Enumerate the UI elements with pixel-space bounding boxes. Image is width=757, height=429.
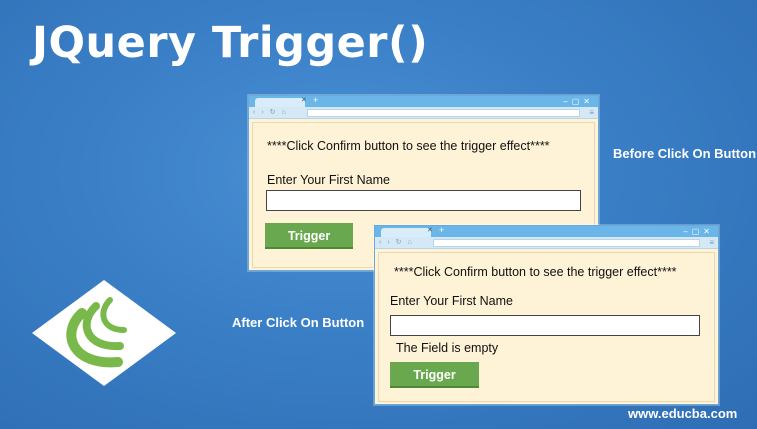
page-title: JQuery Trigger() bbox=[32, 18, 429, 68]
caption-after: After Click On Button bbox=[232, 315, 365, 330]
menu-icon[interactable]: ≡ bbox=[589, 107, 594, 119]
jquery-logo-icon bbox=[32, 280, 176, 386]
browser-tabstrip: ✕ + –▢✕ bbox=[249, 95, 598, 107]
browser-tab[interactable] bbox=[255, 98, 305, 107]
nav-icons[interactable]: ‹›↻⌂ bbox=[379, 238, 418, 248]
page-content: ****Click Confirm button to see the trig… bbox=[378, 252, 715, 402]
caption-before: Before Click On Button bbox=[613, 146, 757, 161]
browser-tabstrip: ✕ + –▢✕ bbox=[375, 225, 718, 237]
site-url: www.educba.com bbox=[628, 406, 738, 421]
first-name-label: Enter Your First Name bbox=[267, 173, 390, 187]
first-name-label: Enter Your First Name bbox=[390, 294, 513, 308]
window-controls[interactable]: –▢✕ bbox=[563, 96, 594, 107]
new-tab-icon[interactable]: + bbox=[439, 225, 444, 236]
close-tab-icon[interactable]: ✕ bbox=[301, 96, 307, 105]
status-message: The Field is empty bbox=[396, 341, 499, 355]
new-tab-icon[interactable]: + bbox=[313, 95, 318, 106]
close-tab-icon[interactable]: ✕ bbox=[427, 226, 433, 235]
window-controls[interactable]: –▢✕ bbox=[683, 226, 714, 237]
first-name-input[interactable] bbox=[390, 315, 700, 336]
info-text: ****Click Confirm button to see the trig… bbox=[267, 139, 550, 153]
trigger-button[interactable]: Trigger bbox=[265, 223, 353, 249]
info-text: ****Click Confirm button to see the trig… bbox=[394, 265, 677, 279]
nav-icons[interactable]: ‹›↻⌂ bbox=[253, 108, 292, 118]
address-bar[interactable] bbox=[433, 239, 700, 247]
browser-tab[interactable] bbox=[381, 228, 431, 237]
address-bar[interactable] bbox=[307, 109, 580, 117]
menu-icon[interactable]: ≡ bbox=[709, 237, 714, 249]
browser-toolbar: ‹›↻⌂ ≡ bbox=[249, 107, 598, 119]
first-name-input[interactable] bbox=[266, 190, 581, 211]
trigger-button[interactable]: Trigger bbox=[390, 362, 479, 388]
browser-window-after: ✕ + –▢✕ ‹›↻⌂ ≡ ****Click Confirm button … bbox=[374, 225, 719, 405]
browser-toolbar: ‹›↻⌂ ≡ bbox=[375, 237, 718, 249]
